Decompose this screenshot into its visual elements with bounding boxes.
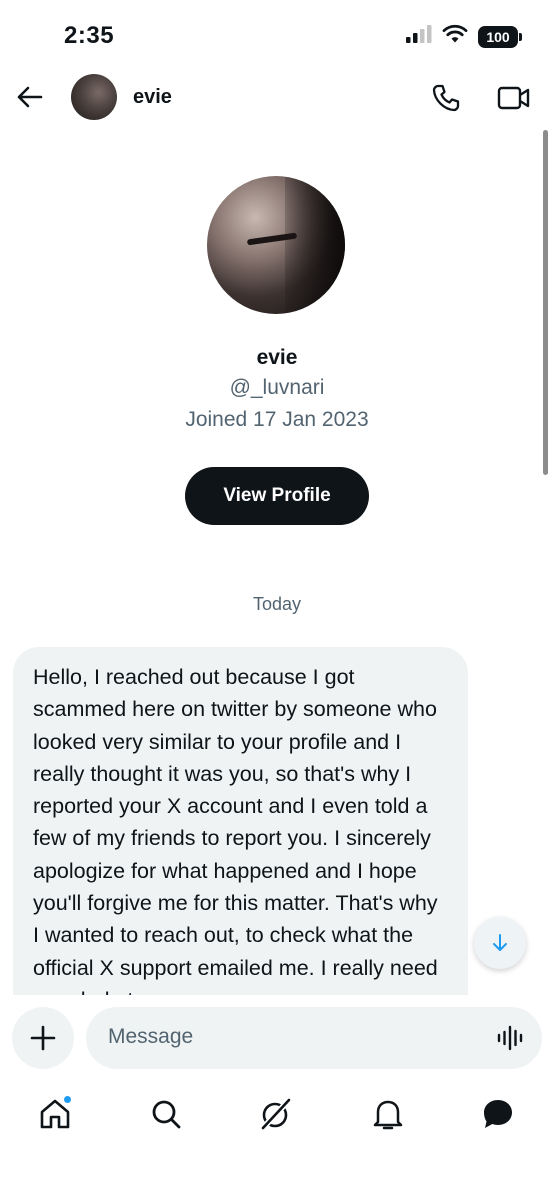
grok-icon (260, 1097, 292, 1131)
message-placeholder: Message (108, 1025, 194, 1048)
conversation-header: evie (0, 70, 554, 130)
profile-name: evie (256, 346, 298, 369)
arrow-left-icon (17, 86, 43, 108)
search-icon (152, 1100, 181, 1129)
phone-icon (432, 84, 460, 112)
tab-home[interactable] (33, 1092, 77, 1136)
video-call-button[interactable] (494, 80, 534, 116)
scroll-to-bottom-button[interactable] (474, 917, 526, 969)
notifications-bell-icon (373, 1100, 403, 1130)
message-list[interactable]: Hello, I reached out because I got scamm… (13, 647, 468, 995)
status-bar: 2:35 100 (0, 0, 554, 70)
message-composer: Message (0, 1006, 554, 1072)
message-bubble-incoming[interactable]: Hello, I reached out because I got scamm… (13, 647, 468, 995)
back-button[interactable] (12, 80, 46, 114)
profile-avatar[interactable] (207, 176, 345, 314)
view-profile-button[interactable]: View Profile (185, 467, 369, 525)
message-input[interactable]: Message (86, 1007, 542, 1069)
cellular-signal-icon (406, 25, 432, 48)
arrow-down-icon (493, 934, 507, 951)
battery-level: 100 (486, 28, 510, 45)
call-button[interactable] (428, 80, 464, 116)
notification-dot (63, 1095, 72, 1104)
tab-messages[interactable] (476, 1092, 520, 1136)
tab-search[interactable] (144, 1092, 188, 1136)
voice-message-icon[interactable] (496, 1024, 524, 1052)
profile-handle: @_luvnari (229, 376, 325, 399)
status-time: 2:35 (64, 22, 115, 49)
date-divider: Today (252, 594, 302, 614)
header-name[interactable]: evie (133, 86, 172, 109)
status-indicators: 100 (406, 24, 522, 49)
avatar[interactable] (71, 74, 117, 120)
plus-icon (30, 1025, 56, 1051)
bottom-tab-bar (0, 1080, 554, 1150)
messages-icon (484, 1100, 512, 1128)
profile-joined-date: Joined 17 Jan 2023 (185, 408, 369, 431)
tab-notifications[interactable] (366, 1092, 410, 1136)
tab-grok[interactable] (254, 1092, 298, 1136)
wifi-icon (442, 24, 468, 49)
video-camera-icon (497, 86, 530, 110)
add-attachment-button[interactable] (12, 1007, 74, 1069)
battery-indicator: 100 (478, 25, 522, 48)
